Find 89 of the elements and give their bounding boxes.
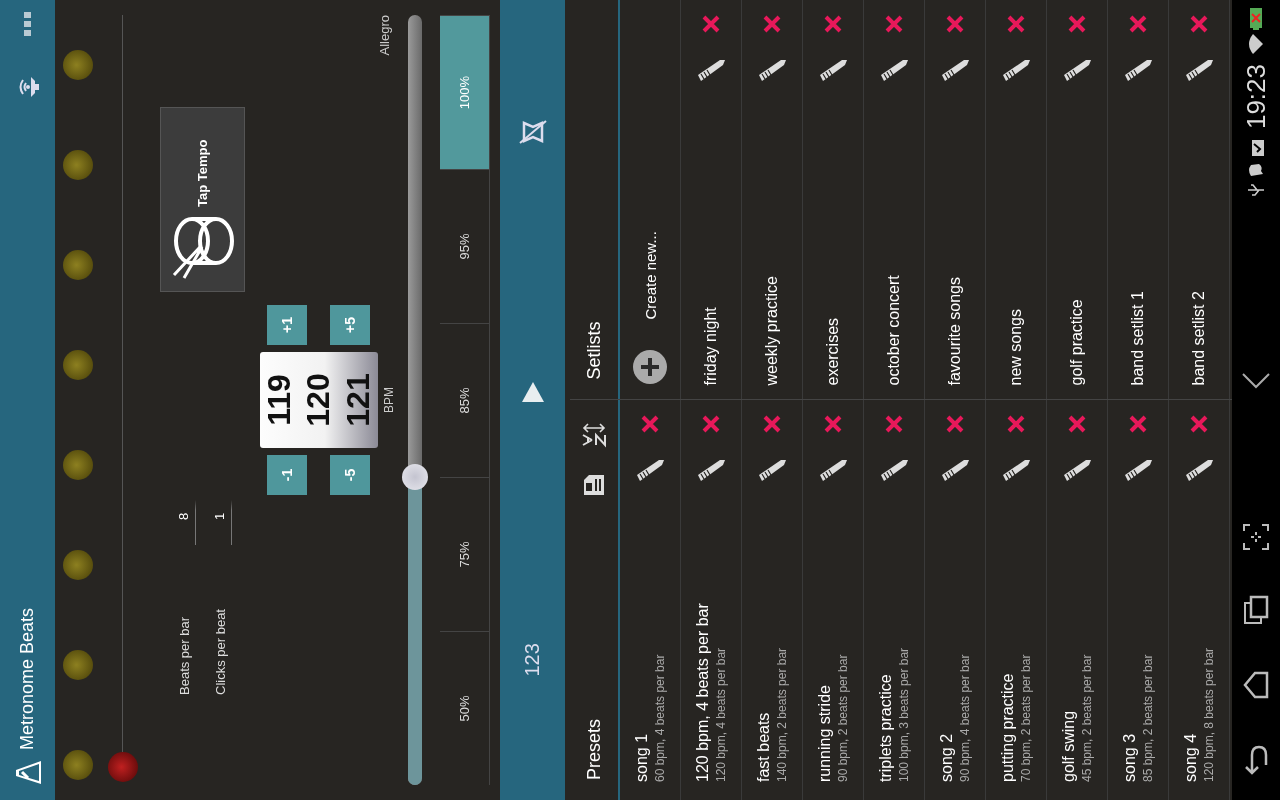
home-icon[interactable] [1243,670,1269,700]
preset-detail: 140 bpm, 2 beats per bar [775,646,789,782]
preset-detail: 90 bpm, 4 beats per bar [958,653,972,782]
screenshot-icon[interactable] [1243,524,1269,550]
sort-icon[interactable] [582,420,606,449]
setlists-title: Setlists [583,321,605,380]
delete-icon[interactable] [824,15,842,33]
beat-light [62,550,93,580]
tempo-slider[interactable] [402,15,428,785]
app-title: Metronome Beats [17,607,38,750]
delete-icon[interactable] [702,415,720,434]
beat-light [62,150,93,180]
save-icon[interactable] [582,473,606,498]
beat-light [62,650,93,680]
back-icon[interactable] [1244,745,1268,775]
setlist-name[interactable]: friday night [702,98,720,386]
beat-light [62,50,93,80]
number-spinner[interactable]: 8 [172,500,196,545]
bpm-picker[interactable]: 119 120 121 [260,352,378,448]
beat-light [62,750,93,780]
speed-button[interactable]: 50% [440,631,490,785]
preset-detail: 45 bpm, 2 beats per bar [1080,653,1094,782]
number-spinner[interactable]: 1 [208,500,232,545]
delete-icon[interactable] [641,415,659,434]
delete-icon[interactable] [763,15,781,33]
preset-name[interactable]: song 1 [633,498,651,782]
setlist-name[interactable]: october concert [885,98,903,386]
tempo-name: Allegro [377,15,392,56]
tap-tempo-button[interactable]: Tap Tempo [160,107,245,292]
delete-icon[interactable] [946,415,964,434]
preset-name[interactable]: running stride [816,498,834,782]
preset-name[interactable]: song 3 [1121,498,1139,782]
clock: 19:23 [1240,64,1272,130]
delete-icon[interactable] [702,15,720,33]
delete-icon[interactable] [763,415,781,434]
delete-icon[interactable] [1068,415,1086,434]
usb-icon [1247,183,1265,198]
preset-name[interactable]: song 4 [1182,498,1200,782]
speed-button[interactable]: 85% [440,323,490,477]
chevron-icon[interactable] [1242,373,1270,389]
pendulum-ball [107,752,138,782]
preset-name[interactable]: putting practice [999,498,1017,782]
preset-name[interactable]: 120 bpm, 4 beats per bar [694,498,712,782]
drum-icon [171,217,234,281]
create-new-item[interactable]: Create new... [641,231,659,320]
setlist-name[interactable]: weekly practice [763,98,781,386]
delete-icon[interactable] [885,415,903,434]
preset-detail: 85 bpm, 2 beats per bar [1141,653,1155,782]
battery-icon [1250,8,1262,30]
beat-light [62,350,93,380]
setting-label: Clicks per beat [212,608,228,695]
setlist-name[interactable]: exercises [824,98,842,386]
preset-detail: 100 bpm, 3 beats per bar [897,646,911,782]
delete-icon[interactable] [1129,415,1147,434]
preset-detail: 120 bpm, 8 beats per bar [1202,646,1216,782]
preset-detail: 90 bpm, 2 beats per bar [836,653,850,782]
preset-detail: 60 bpm, 4 beats per bar [653,653,667,782]
presets-title: Presets [583,718,605,780]
setlist-name[interactable]: new songs [1007,98,1025,386]
beat-light [62,450,93,480]
preset-name[interactable]: triplets practice [877,498,895,782]
preset-name[interactable]: fast beats [755,498,773,782]
setlist-name[interactable]: band setlist 1 [1129,98,1147,386]
add-icon[interactable] [632,349,668,386]
delete-icon[interactable] [885,15,903,33]
setting-label: Beats per bar [176,615,192,695]
preset-name[interactable]: song 2 [938,498,956,782]
preset-name[interactable]: golf swing [1060,498,1078,782]
speed-button[interactable]: 75% [440,477,490,631]
preset-detail: 120 bpm, 4 beats per bar [714,646,728,782]
setlist-name[interactable]: favourite songs [946,98,964,386]
beat-light [62,250,93,280]
preset-detail: 70 bpm, 2 beats per bar [1019,653,1033,782]
bpm-label: BPM [382,387,396,413]
wifi-icon [1248,34,1264,54]
delete-icon[interactable] [824,415,842,434]
delete-icon[interactable] [1007,415,1025,434]
menu-icon[interactable] [23,12,32,36]
delete-icon[interactable] [1190,415,1208,434]
delete-icon[interactable] [946,15,964,33]
setlist-name[interactable]: golf practice [1068,98,1086,386]
setlist-name[interactable]: band setlist 2 [1190,98,1208,386]
recents-icon[interactable] [1243,595,1269,625]
delete-icon[interactable] [1190,15,1208,33]
play-icon[interactable] [521,382,544,403]
delete-icon[interactable] [1068,15,1086,33]
delete-icon[interactable] [1007,15,1025,33]
count-button[interactable]: 123 [520,637,545,683]
delete-icon[interactable] [1129,15,1147,33]
